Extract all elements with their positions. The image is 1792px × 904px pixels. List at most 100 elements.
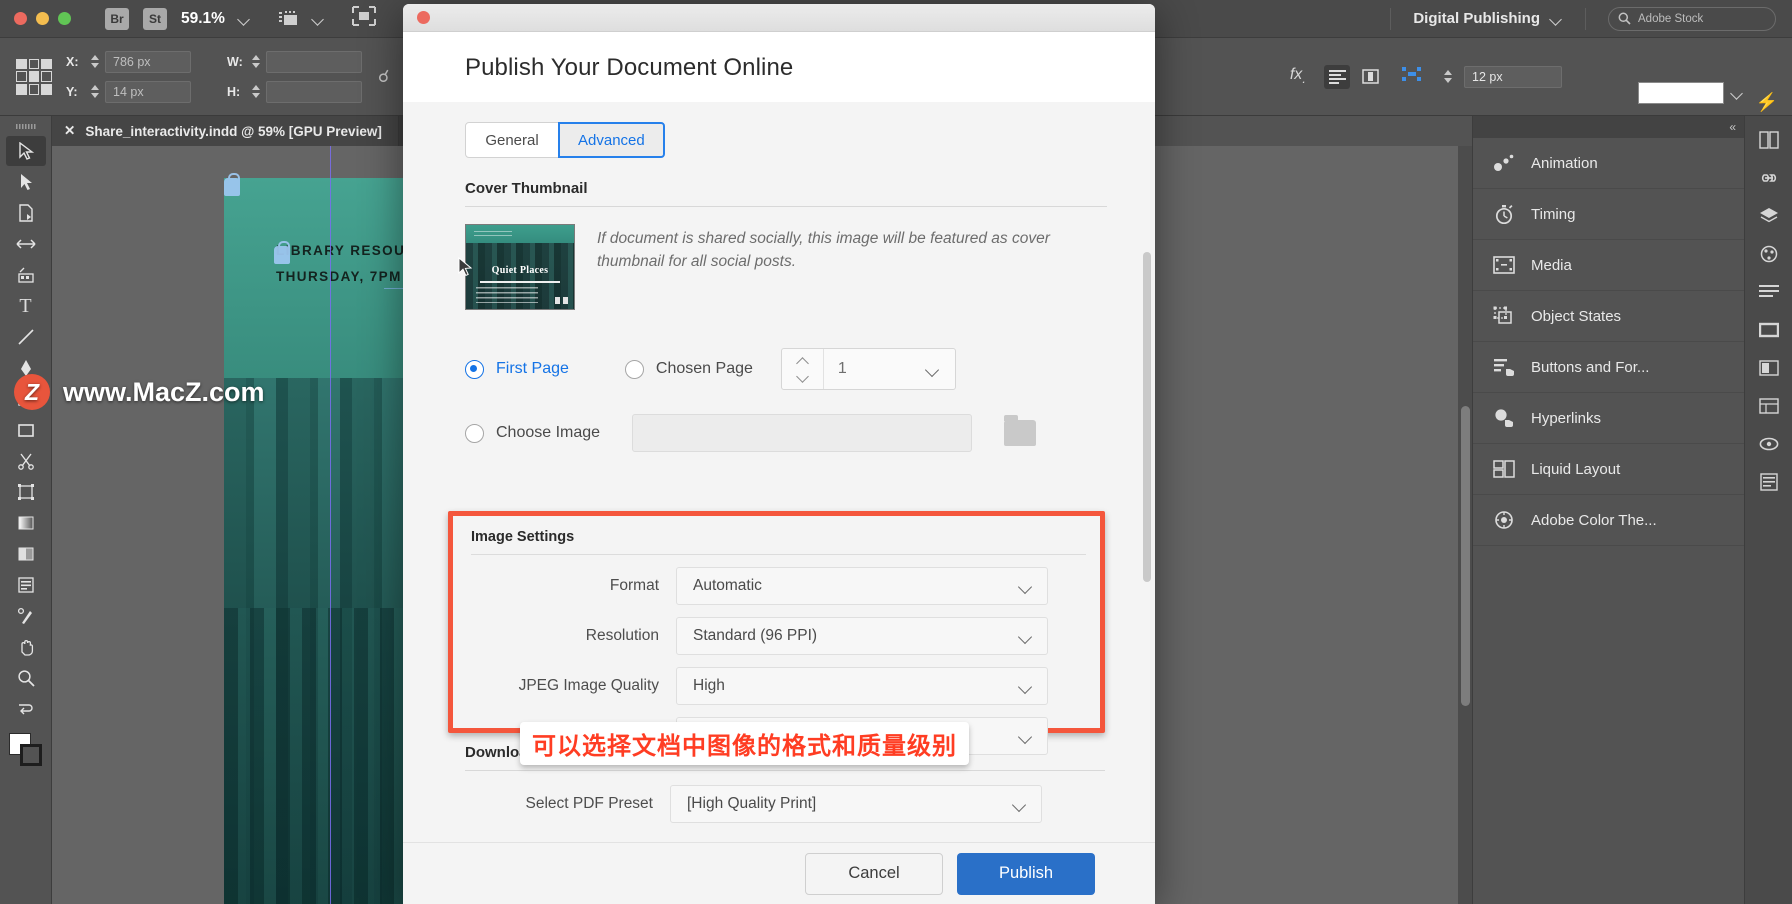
- line-tool[interactable]: [6, 322, 46, 352]
- swatch-dropdown-icon[interactable]: [1732, 89, 1744, 97]
- notes-panel-icon[interactable]: [1754, 468, 1784, 496]
- leading-input[interactable]: 12 px: [1464, 65, 1562, 88]
- publish-online-dialog[interactable]: Publish Your Document Online General Adv…: [403, 4, 1155, 904]
- selection-tool[interactable]: [5, 136, 46, 166]
- lock-icon[interactable]: [224, 173, 240, 196]
- radio-chosen-page-control[interactable]: [624, 359, 644, 379]
- y-input[interactable]: 14 px: [105, 80, 191, 103]
- rectangle-tool[interactable]: [6, 415, 46, 445]
- w-input[interactable]: [266, 50, 362, 73]
- effects-fx-icon[interactable]: fx.: [1290, 66, 1306, 86]
- type-tool[interactable]: T: [6, 291, 46, 321]
- cover-thumbnail-preview[interactable]: Quiet Places: [465, 224, 575, 310]
- gradient-feather-tool[interactable]: [6, 539, 46, 569]
- arrange-documents-icon[interactable]: [351, 5, 377, 27]
- apply-none-tool[interactable]: [6, 694, 46, 724]
- pdf-preset-select[interactable]: [High Quality Print]: [670, 785, 1042, 823]
- panel-item-hyperlinks[interactable]: Hyperlinks: [1473, 393, 1744, 444]
- stroke-swatch[interactable]: [19, 744, 42, 766]
- choose-image-input[interactable]: [632, 414, 973, 452]
- zoom-level-value[interactable]: 59.1%: [181, 10, 225, 28]
- links-panel-icon[interactable]: [1754, 164, 1784, 192]
- h-input[interactable]: [266, 80, 362, 103]
- panel-item-timing[interactable]: Timing: [1473, 189, 1744, 240]
- paragraph-styles-panel-icon[interactable]: [1754, 278, 1784, 306]
- align-left-icon[interactable]: [1324, 64, 1350, 89]
- radio-first-page-control[interactable]: [465, 359, 484, 379]
- screen-mode-dropdown-icon[interactable]: [313, 15, 325, 23]
- page-number-stepper[interactable]: 1: [780, 348, 956, 390]
- layers-panel-icon[interactable]: [1754, 202, 1784, 230]
- tools-panel-grip[interactable]: [15, 124, 36, 129]
- canvas-scrollbar[interactable]: [1458, 146, 1472, 904]
- color-panel-icon[interactable]: [1754, 240, 1784, 268]
- format-select[interactable]: Automatic: [676, 567, 1048, 605]
- lock-icon-2[interactable]: [274, 241, 290, 264]
- panel-item-animation[interactable]: Animation: [1473, 138, 1744, 189]
- direct-selection-tool[interactable]: [6, 167, 46, 197]
- jpeg-quality-select[interactable]: High: [676, 667, 1048, 705]
- decrement-icon[interactable]: [796, 373, 809, 381]
- free-transform-tool[interactable]: [6, 477, 46, 507]
- folder-icon[interactable]: [1004, 415, 1037, 446]
- fill-and-stroke-swatches[interactable]: [8, 733, 43, 767]
- constrain-proportions-icon[interactable]: ☌: [378, 67, 389, 87]
- window-traffic-lights[interactable]: [0, 12, 71, 25]
- cancel-button[interactable]: Cancel: [805, 852, 943, 895]
- minimize-window-button[interactable]: [36, 12, 49, 25]
- panel-item-adobe-color-themes[interactable]: Adobe Color The...: [1473, 495, 1744, 546]
- dialog-scrollbar-thumb[interactable]: [1143, 252, 1151, 582]
- panel-item-buttons-and-forms[interactable]: Buttons and For...: [1473, 342, 1744, 393]
- color-theme-tool[interactable]: [6, 601, 46, 631]
- zoom-dropdown-icon[interactable]: [239, 15, 251, 23]
- collapse-panel-icon[interactable]: «: [1729, 120, 1736, 134]
- close-window-button[interactable]: [14, 12, 27, 25]
- page-number-arrows[interactable]: [782, 349, 824, 389]
- stock-search-input[interactable]: Adobe Stock: [1608, 6, 1776, 31]
- h-stepper[interactable]: [249, 79, 263, 105]
- publish-button[interactable]: Publish: [957, 852, 1095, 895]
- content-collector-tool[interactable]: [6, 260, 46, 290]
- panel-collapse-header[interactable]: «: [1473, 116, 1744, 138]
- hand-tool[interactable]: [6, 632, 46, 662]
- panel-item-object-states[interactable]: Object States: [1473, 291, 1744, 342]
- page-number-value[interactable]: 1: [824, 349, 911, 389]
- gradient-swatch-tool[interactable]: [6, 508, 46, 538]
- canvas-scrollbar-thumb[interactable]: [1461, 406, 1470, 706]
- workspace-dropdown-icon[interactable]: [1551, 15, 1563, 23]
- leading-stepper[interactable]: [1441, 64, 1455, 90]
- document-tab[interactable]: ✕ Share_interactivity.indd @ 59% [GPU Pr…: [52, 116, 399, 146]
- text-frame-options-icon[interactable]: [1357, 65, 1383, 89]
- page-number-dropdown[interactable]: [911, 349, 955, 389]
- anchor-points-icon[interactable]: [1401, 65, 1423, 88]
- scissors-tool[interactable]: [6, 446, 46, 476]
- radio-first-page[interactable]: First Page: [465, 359, 569, 379]
- tab-advanced[interactable]: Advanced: [558, 122, 665, 158]
- reference-point-proxy[interactable]: [16, 58, 52, 95]
- maximize-window-button[interactable]: [58, 12, 71, 25]
- close-icon[interactable]: ✕: [64, 123, 75, 139]
- stock-button[interactable]: St: [143, 7, 167, 30]
- cc-libraries-panel-icon[interactable]: [1754, 430, 1784, 458]
- gap-tool[interactable]: [6, 229, 46, 259]
- note-tool[interactable]: [6, 570, 46, 600]
- dialog-scrollbar[interactable]: [1143, 252, 1151, 892]
- bridge-button[interactable]: Br: [105, 7, 129, 30]
- stroke-panel-icon[interactable]: [1754, 316, 1784, 344]
- effects-panel-icon[interactable]: [1754, 354, 1784, 382]
- panel-item-media[interactable]: Media: [1473, 240, 1744, 291]
- page-tool[interactable]: [6, 198, 46, 228]
- panel-item-liquid-layout[interactable]: Liquid Layout: [1473, 444, 1744, 495]
- x-stepper[interactable]: [88, 49, 102, 75]
- increment-icon[interactable]: [796, 358, 809, 366]
- x-input[interactable]: 786 px: [105, 50, 191, 73]
- zoom-tool[interactable]: [6, 663, 46, 693]
- swatch-preview[interactable]: [1638, 82, 1724, 104]
- w-stepper[interactable]: [249, 49, 263, 75]
- close-icon[interactable]: [417, 11, 430, 24]
- radio-chosen-page[interactable]: Chosen Page: [624, 359, 753, 379]
- radio-choose-image-control[interactable]: [465, 423, 484, 443]
- workspace-name[interactable]: Digital Publishing: [1413, 10, 1540, 27]
- pages-panel-icon[interactable]: [1754, 126, 1784, 154]
- y-stepper[interactable]: [88, 79, 102, 105]
